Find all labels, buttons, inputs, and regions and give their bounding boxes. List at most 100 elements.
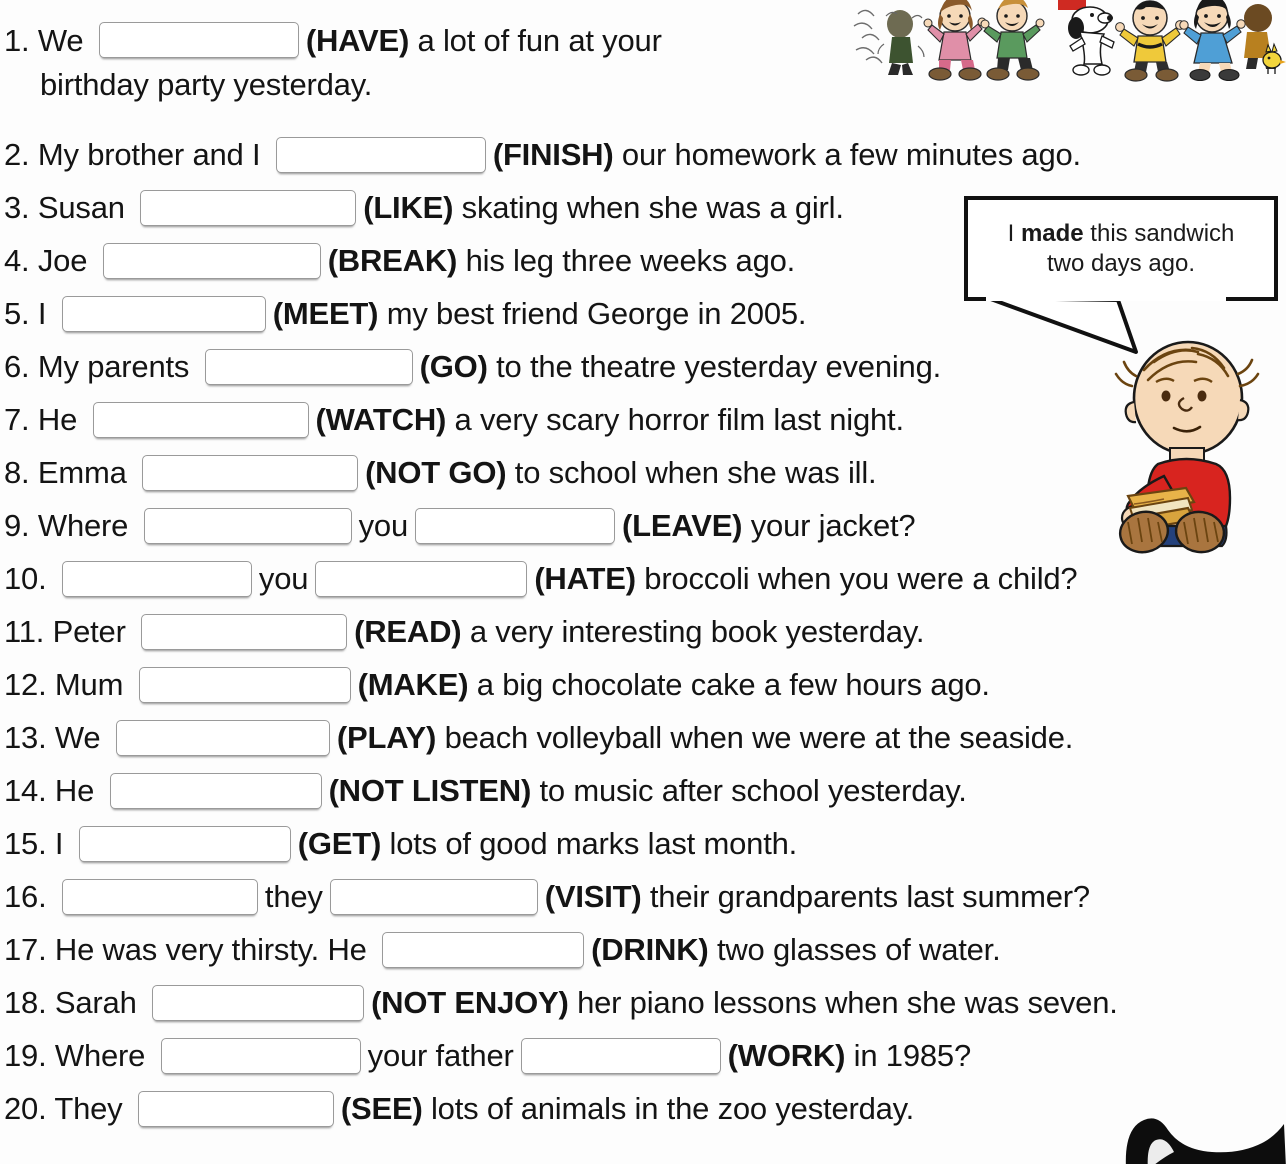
answer-blank-input[interactable] [142,454,359,491]
verb-prompt: (HAVE) [305,22,410,58]
sentence-text: a lot of fun at your [409,22,662,58]
exercise-number: 1. [4,22,30,58]
sentence-text [47,563,55,594]
sentence-text: broccoli when you were a child? [635,561,1078,596]
sentence-text: your father [367,1038,514,1073]
verb-prompt: (HATE) [534,561,636,596]
exercise-number: 8. [4,455,30,490]
verb-prompt: (NOT LISTEN) [328,773,532,808]
exercise-number: 18. [4,985,47,1020]
exercise-line: 10. you (HATE) broccoli when you were a c… [4,552,1286,605]
sentence-text: in 1985? [845,1038,972,1073]
answer-blank-input[interactable] [92,401,309,438]
verb-prompt: (GO) [419,349,488,384]
verb-prompt: (NOT ENJOY) [371,985,569,1020]
verb-prompt: (SEE) [340,1091,423,1126]
sentence-text: our homework a few minutes ago. [613,137,1081,172]
answer-blank-input[interactable] [204,348,413,385]
sentence-text: He [29,402,86,437]
answer-blank-input[interactable] [520,1037,721,1074]
exercise-line: 4. Joe (BREAK) his leg three weeks ago. [4,234,1286,287]
verb-prompt: (READ) [354,614,462,649]
answer-blank-input[interactable] [143,507,352,544]
exercise-line-content: 10. you (HATE) broccoli when you were a c… [4,560,1078,597]
sentence-text: my best friend George in 2005. [378,296,807,331]
exercise-line-content: 19. Where your father (WORK) in 1985? [4,1037,972,1074]
exercise-line-content: 4. Joe (BREAK) his leg three weeks ago. [4,242,796,279]
exercise-list: 1. We (HAVE) a lot of fun at your birthda… [0,0,1286,1135]
answer-blank-input[interactable] [415,507,615,544]
answer-blank-input[interactable] [138,666,351,703]
exercise-number: 19. [4,1038,47,1073]
exercise-number: 4. [4,243,30,278]
exercise-number: 12. [4,667,47,702]
sentence-text: you [358,508,409,543]
sentence-text: you [258,561,309,596]
linus-eating-sandwich-image [1088,336,1284,556]
exercise-number: 10. [4,561,47,596]
answer-blank-input[interactable] [152,984,365,1021]
corner-cartoon-shape-image [1112,1090,1286,1164]
verb-prompt: (GET) [297,826,382,861]
answer-blank-input[interactable] [160,1037,361,1074]
sentence-text: lots of animals in the zoo yesterday. [422,1091,915,1126]
sentence-text: their grandparents last summer? [641,879,1090,914]
answer-blank-input[interactable] [137,1090,334,1127]
exercise-line: 13. We (PLAY) beach volleyball when we w… [4,711,1286,764]
sentence-text: I [29,296,55,331]
exercise-number: 11. [4,614,45,649]
exercise-line-content: 13. We (PLAY) beach volleyball when we w… [4,719,1073,756]
answer-blank-input[interactable] [61,560,252,597]
exercise-number: 5. [4,296,30,331]
exercise-line: 5. I (MEET) my best friend George in 200… [4,287,1286,340]
answer-blank-input[interactable] [329,878,538,915]
exercise-number: 14. [4,773,47,808]
exercise-line-content: 17. He was very thirsty. He (DRINK) two … [4,931,1001,968]
sentence-text: Emma [29,455,136,490]
sentence-text: two glasses of water. [708,932,1001,967]
verb-prompt: (MAKE) [357,667,469,702]
answer-blank-input[interactable] [140,189,357,226]
answer-blank-input[interactable] [98,22,299,58]
exercise-line-content: 3. Susan (LIKE) skating when she was a g… [4,189,844,226]
sentence-text: We [29,22,92,58]
sentence-text: Joe [29,243,96,278]
sentence-text: birthday party yesterday. [40,67,373,102]
exercise-number: 9. [4,508,30,543]
answer-blank-input[interactable] [275,136,486,173]
answer-blank-input[interactable] [315,560,528,597]
sentence-text: Sarah [46,985,146,1020]
sentence-text: Where [46,1038,154,1073]
exercise-line-content: 12. Mum (MAKE) a big chocolate cake a fe… [4,666,990,703]
sentence-text [47,881,55,912]
answer-blank-input[interactable] [382,931,585,968]
answer-blank-input[interactable] [115,719,330,756]
exercise-number: 20. [4,1091,47,1126]
verb-prompt: (WATCH) [315,402,447,437]
exercise-line: 19. Where your father (WORK) in 1985? [4,1029,1286,1082]
exercise-number: 3. [4,190,30,225]
sentence-text: your jacket? [742,508,916,543]
exercise-number: 13. [4,720,47,755]
sentence-text: Susan [29,190,134,225]
answer-blank-input[interactable] [109,772,322,809]
exercise-number: 17. [4,932,47,967]
sentence-text: He [46,773,103,808]
verb-prompt: (MEET) [272,296,379,331]
answer-blank-input[interactable] [61,295,266,332]
answer-blank-input[interactable] [141,613,348,650]
exercise-line-content: 8. Emma (NOT GO) to school when she was … [4,454,877,491]
exercise-line: 11. Peter (READ) a very interesting book… [4,605,1286,658]
exercise-line-content: 20. They (SEE) lots of animals in the zo… [4,1090,915,1127]
exercise-number: 7. [4,402,30,437]
answer-blank-input[interactable] [102,242,321,279]
exercise-line: 14. He (NOT LISTEN) to music after schoo… [4,764,1286,817]
sentence-text: they [264,879,323,914]
verb-prompt: (DRINK) [591,932,709,967]
answer-blank-input[interactable] [61,878,258,915]
answer-blank-input[interactable] [78,825,291,862]
sentence-text: his leg three weeks ago. [457,243,796,278]
exercise-line: 12. Mum (MAKE) a big chocolate cake a fe… [4,658,1286,711]
exercise-line: 16. they (VISIT) their grandparents last … [4,870,1286,923]
exercise-line-content: 5. I (MEET) my best friend George in 200… [4,295,807,332]
